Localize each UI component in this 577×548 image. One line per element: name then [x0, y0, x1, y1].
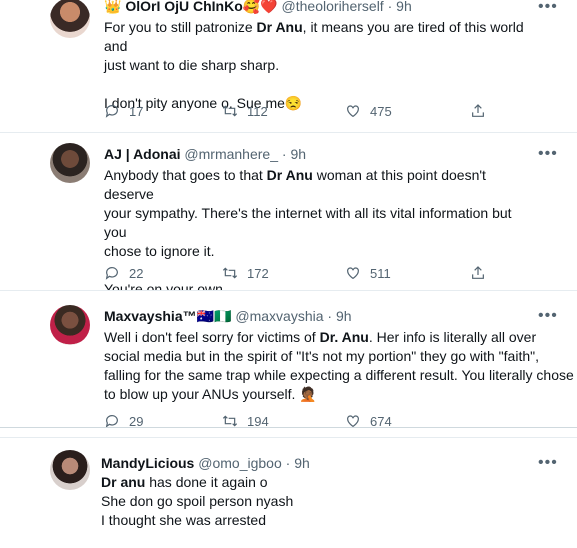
share-button[interactable] — [470, 265, 495, 281]
tweet-card[interactable]: 👑 OlOrI OjU ChInKo🥰❤️ @theoloriherself ·… — [0, 0, 577, 132]
retweet-button[interactable]: 112 — [222, 103, 268, 119]
text-line: chose to ignore it. — [104, 243, 215, 259]
text-line: falling for the same trap while expectin… — [104, 367, 574, 383]
text-line: Well i don't feel sorry for victims of D… — [104, 329, 537, 345]
tweet-header: Maxvayshia™🇦🇺🇳🇬 @maxvayshia · 9h — [104, 308, 352, 324]
reply-icon — [105, 415, 118, 427]
avatar[interactable] — [50, 0, 90, 38]
name-emojis: 🇦🇺🇳🇬 — [196, 308, 232, 324]
timestamp[interactable]: 9h — [294, 455, 310, 471]
like-icon — [347, 105, 359, 118]
reply-count: 22 — [129, 265, 144, 281]
text-line: social media but in the spirit of "It's … — [104, 348, 539, 364]
like-button[interactable]: 674 — [345, 413, 392, 427]
share-icon — [472, 104, 484, 117]
avatar[interactable] — [50, 305, 90, 345]
share-icon — [472, 266, 484, 279]
tweet-text: For you to still patronize Dr Anu, it me… — [104, 18, 534, 113]
avatar[interactable] — [50, 143, 90, 183]
timestamp[interactable]: 9h — [336, 308, 352, 324]
retweet-icon — [222, 105, 238, 117]
retweet-count: 112 — [247, 103, 268, 119]
reply-icon — [105, 267, 118, 280]
reply-count: 29 — [129, 413, 144, 428]
text-line: Dr anu has done it again o — [101, 474, 268, 490]
reply-icon — [105, 105, 118, 118]
like-icon — [347, 267, 359, 280]
tweet-card[interactable]: Maxvayshia™🇦🇺🇳🇬 @maxvayshia · 9h ••• Wel… — [0, 291, 577, 427]
tweet-header: MandyLicious @omo_igboo · 9h — [101, 455, 310, 471]
tweet-header: AJ | Adonai @mrmanhere_ · 9h — [104, 146, 307, 162]
tweet-actions: 17 112 475 — [104, 103, 524, 123]
display-name[interactable]: MandyLicious — [101, 455, 194, 471]
like-icon — [347, 415, 359, 427]
retweet-icon — [222, 415, 238, 427]
text-line: She don go spoil person nyash — [101, 493, 294, 509]
text-line: I thought she was arrested — [101, 512, 266, 528]
timestamp[interactable]: 9h — [396, 0, 412, 14]
more-icon[interactable]: ••• — [538, 146, 558, 162]
more-icon[interactable]: ••• — [538, 308, 558, 324]
name-emojis: 🥰❤️ — [242, 0, 278, 14]
handle[interactable]: @maxvayshia — [235, 308, 323, 324]
text-line: Anybody that goes to that Dr Anu woman a… — [104, 167, 486, 202]
reply-button[interactable]: 22 — [104, 265, 143, 281]
more-icon[interactable]: ••• — [538, 0, 558, 15]
retweet-button[interactable]: 194 — [222, 413, 269, 427]
tweet-card[interactable]: MandyLicious @omo_igboo · 9h ••• Dr anu … — [0, 438, 577, 548]
text-line — [104, 75, 534, 94]
reply-button[interactable]: 17 — [104, 103, 143, 119]
like-button[interactable]: 511 — [345, 265, 391, 281]
handle[interactable]: @omo_igboo — [198, 455, 282, 471]
tweet-actions: 29 194 674 — [104, 413, 524, 427]
like-button[interactable]: 475 — [345, 103, 392, 119]
timestamp[interactable]: 9h — [290, 146, 306, 162]
text-line: For you to still patronize Dr Anu, it me… — [104, 19, 524, 54]
tweet-header: 👑 OlOrI OjU ChInKo🥰❤️ @theoloriherself ·… — [104, 0, 412, 14]
more-icon[interactable]: ••• — [538, 455, 558, 471]
reply-button[interactable]: 29 — [104, 413, 143, 427]
retweet-button[interactable]: 172 — [222, 265, 269, 281]
like-count: 511 — [370, 265, 391, 281]
reply-count: 17 — [129, 103, 144, 119]
avatar[interactable] — [50, 450, 90, 490]
handle[interactable]: @mrmanhere_ — [184, 146, 278, 162]
handle[interactable]: @theoloriherself — [282, 0, 384, 14]
text-line: your sympathy. There's the internet with… — [104, 205, 512, 240]
tweet-text: Well i don't feel sorry for victims of D… — [104, 328, 574, 404]
like-count: 674 — [370, 413, 392, 428]
text-line: to blow up your ANUs yourself. 🤦🏾 — [104, 386, 317, 402]
retweet-count: 194 — [247, 413, 269, 428]
text-line: just want to die sharp sharp. — [104, 57, 280, 73]
retweet-icon — [222, 267, 238, 279]
retweet-count: 172 — [247, 265, 269, 281]
tweet-card[interactable]: AJ | Adonai @mrmanhere_ · 9h ••• Anybody… — [0, 133, 577, 297]
display-name[interactable]: OlOrI OjU ChInKo — [125, 0, 242, 14]
crown-emoji: 👑 — [104, 0, 122, 14]
share-button[interactable] — [470, 103, 495, 119]
display-name[interactable]: Maxvayshia™ — [104, 308, 197, 324]
display-name[interactable]: AJ | Adonai — [104, 146, 181, 162]
tweet-actions: 22 172 511 — [104, 265, 524, 285]
like-count: 475 — [370, 103, 392, 119]
tweet-text: Dr anu has done it again o She don go sp… — [101, 473, 531, 530]
divider — [0, 427, 577, 428]
